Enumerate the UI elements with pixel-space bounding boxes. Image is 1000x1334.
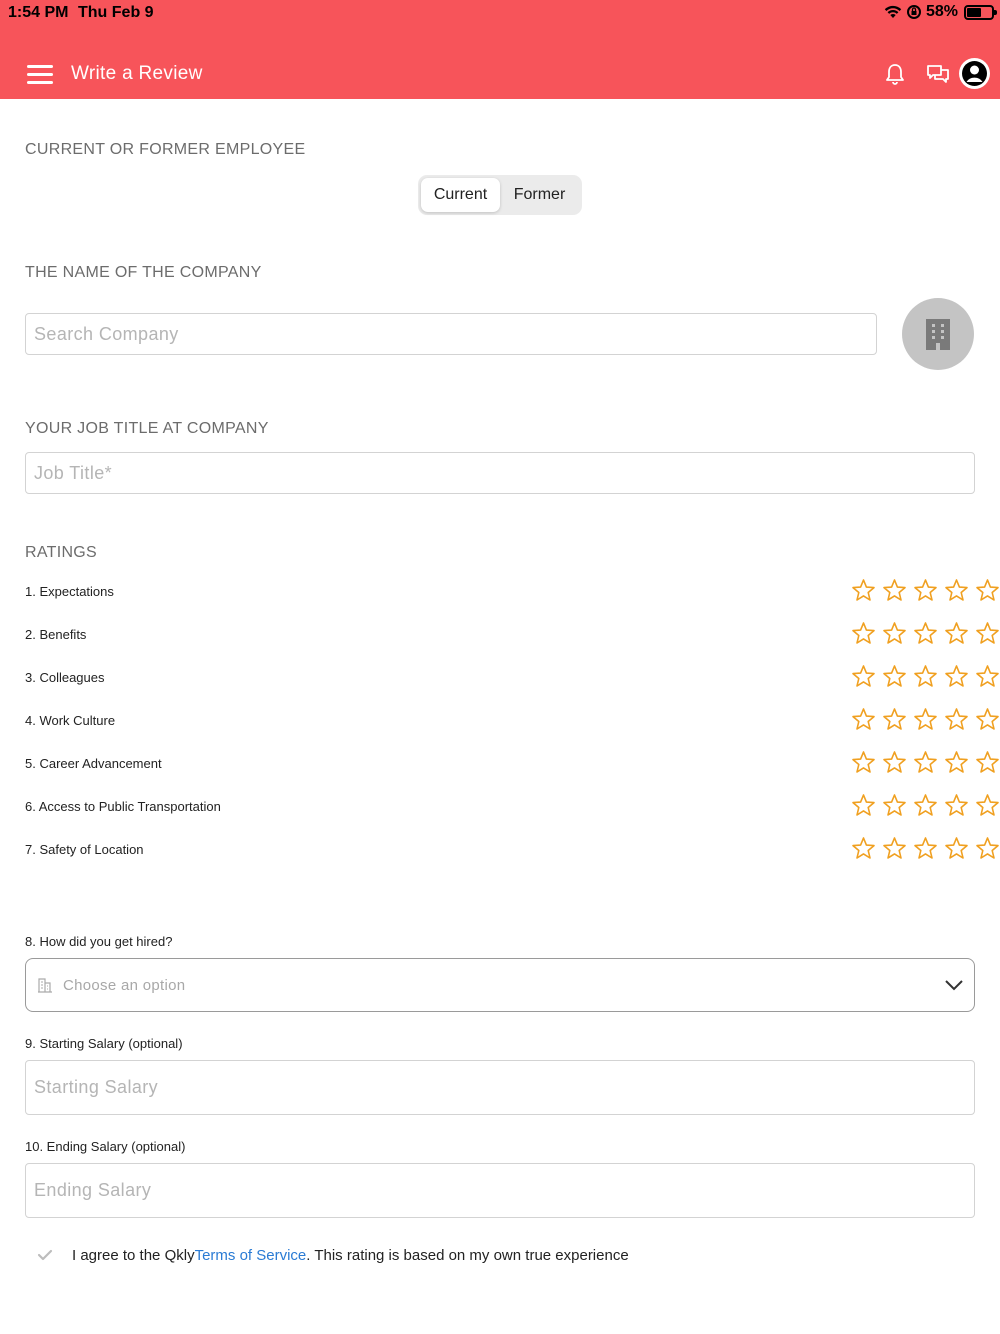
star-icon[interactable] [913, 621, 938, 646]
hamburger-menu-icon[interactable] [27, 65, 53, 85]
rating-label: 4. Work Culture [25, 713, 116, 728]
star-icon[interactable] [851, 836, 876, 861]
wifi-icon [884, 5, 902, 18]
star-icon[interactable] [975, 793, 1000, 818]
terms-agreement: I agree to the Qkly Terms of Service . T… [36, 1246, 629, 1264]
star-rating [851, 664, 1000, 689]
how-hired-select[interactable]: Choose an option [25, 958, 975, 1012]
star-icon[interactable] [975, 621, 1000, 646]
star-icon[interactable] [882, 621, 907, 646]
star-icon[interactable] [851, 707, 876, 732]
star-icon[interactable] [913, 664, 938, 689]
how-hired-placeholder: Choose an option [63, 976, 186, 994]
star-icon[interactable] [882, 707, 907, 732]
app-header: 1:54 PM Thu Feb 9 58% Write a Review [0, 0, 1000, 99]
company-name-label: THE NAME OF THE COMPANY [25, 264, 262, 281]
star-icon[interactable] [913, 836, 938, 861]
checkmark-icon[interactable] [36, 1246, 54, 1264]
star-icon[interactable] [944, 707, 969, 732]
star-icon[interactable] [882, 836, 907, 861]
star-icon[interactable] [944, 664, 969, 689]
rating-label: 5. Career Advancement [25, 756, 162, 771]
status-date: Thu Feb 9 [78, 4, 154, 21]
star-icon[interactable] [944, 621, 969, 646]
starting-salary-label: 9. Starting Salary (optional) [25, 1036, 183, 1051]
employment-segmented-control: Current Former [418, 175, 582, 215]
star-icon[interactable] [975, 750, 1000, 775]
rating-row: 5. Career Advancement [25, 750, 999, 780]
star-icon[interactable] [944, 578, 969, 603]
star-icon[interactable] [851, 793, 876, 818]
star-icon[interactable] [913, 793, 938, 818]
star-rating [851, 750, 1000, 775]
star-icon[interactable] [975, 707, 1000, 732]
star-icon[interactable] [944, 750, 969, 775]
star-rating [851, 707, 1000, 732]
rating-row: 7. Safety of Location [25, 836, 999, 866]
star-icon[interactable] [913, 707, 938, 732]
building-outline-icon [38, 978, 52, 993]
rating-row: 1. Expectations [25, 578, 999, 608]
building-icon [926, 319, 950, 350]
starting-salary-input[interactable]: Starting Salary [25, 1060, 975, 1115]
rating-row: 4. Work Culture [25, 707, 999, 737]
job-title-label: YOUR JOB TITLE AT COMPANY [25, 420, 269, 437]
current-option[interactable]: Current [421, 178, 500, 212]
rating-row: 6. Access to Public Transportation [25, 793, 999, 823]
terms-of-service-link[interactable]: Terms of Service [195, 1247, 307, 1264]
star-icon[interactable] [851, 578, 876, 603]
status-indicators: 58% [884, 3, 997, 21]
star-icon[interactable] [882, 750, 907, 775]
star-icon[interactable] [882, 578, 907, 603]
rating-label: 7. Safety of Location [25, 842, 144, 857]
page-title: Write a Review [71, 63, 203, 84]
star-icon[interactable] [975, 836, 1000, 861]
star-icon[interactable] [975, 664, 1000, 689]
employee-status-label: CURRENT OR FORMER EMPLOYEE [25, 141, 306, 158]
star-icon[interactable] [882, 664, 907, 689]
company-logo-button[interactable] [902, 298, 974, 370]
chat-icon[interactable] [924, 60, 952, 88]
rating-label: 2. Benefits [25, 627, 87, 642]
status-bar: 1:54 PM Thu Feb 9 58% [0, 0, 1000, 26]
former-option[interactable]: Former [500, 178, 579, 212]
job-title-input[interactable]: Job Title* [25, 452, 975, 494]
star-rating [851, 793, 1000, 818]
star-rating [851, 621, 1000, 646]
rating-label: 3. Colleagues [25, 670, 105, 685]
star-icon[interactable] [913, 578, 938, 603]
star-icon[interactable] [851, 750, 876, 775]
star-rating [851, 578, 1000, 603]
rating-row: 2. Benefits [25, 621, 999, 651]
rating-label: 1. Expectations [25, 584, 114, 599]
chevron-down-icon [945, 980, 963, 991]
how-hired-label: 8. How did you get hired? [25, 934, 173, 949]
star-rating [851, 836, 1000, 861]
star-icon[interactable] [944, 793, 969, 818]
rating-label: 6. Access to Public Transportation [25, 799, 221, 814]
bell-icon[interactable] [881, 60, 909, 88]
search-company-input[interactable]: Search Company [25, 313, 877, 355]
agreement-suffix: . This rating is based on my own true ex… [306, 1246, 629, 1264]
orientation-lock-icon [906, 5, 921, 19]
battery-percent: 58% [925, 3, 958, 20]
status-time: 1:54 PM [8, 4, 69, 21]
star-icon[interactable] [913, 750, 938, 775]
profile-avatar-icon[interactable] [959, 58, 990, 89]
rating-row: 3. Colleagues [25, 664, 999, 694]
agreement-prefix: I agree to the Qkly [72, 1246, 195, 1264]
star-icon[interactable] [882, 793, 907, 818]
ending-salary-label: 10. Ending Salary (optional) [25, 1139, 186, 1154]
ending-salary-input[interactable]: Ending Salary [25, 1163, 975, 1218]
battery-icon [964, 4, 997, 20]
star-icon[interactable] [944, 836, 969, 861]
star-icon[interactable] [851, 664, 876, 689]
star-icon[interactable] [975, 578, 1000, 603]
ratings-label: RATINGS [25, 544, 98, 561]
star-icon[interactable] [851, 621, 876, 646]
